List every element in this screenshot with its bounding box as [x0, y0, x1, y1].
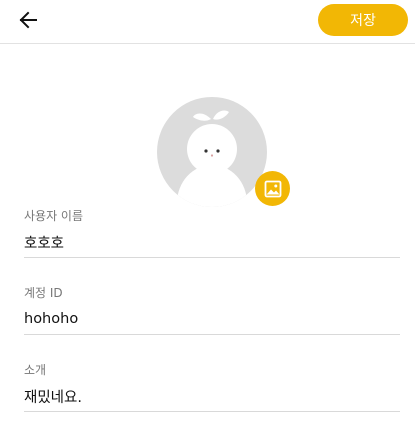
- username-input[interactable]: [24, 231, 400, 253]
- arrow-left-icon: [19, 11, 37, 29]
- bio-input[interactable]: [24, 385, 400, 407]
- account-id-field: 계정 ID: [24, 283, 400, 335]
- avatar: [157, 97, 267, 207]
- top-bar: 저장: [0, 0, 415, 44]
- username-field: 사용자 이름: [24, 205, 400, 258]
- profile-avatar[interactable]: [157, 97, 267, 207]
- account-id-input[interactable]: [24, 308, 400, 330]
- bio-label: 소개: [24, 363, 47, 377]
- bio-field: 소개: [24, 360, 400, 412]
- account-id-label: 계정 ID: [24, 286, 63, 300]
- username-label: 사용자 이름: [24, 209, 84, 223]
- change-photo-button[interactable]: [255, 171, 290, 206]
- back-button[interactable]: [14, 6, 42, 34]
- image-icon: [264, 180, 281, 197]
- save-button[interactable]: 저장: [318, 4, 408, 36]
- default-avatar-icon: [177, 110, 247, 207]
